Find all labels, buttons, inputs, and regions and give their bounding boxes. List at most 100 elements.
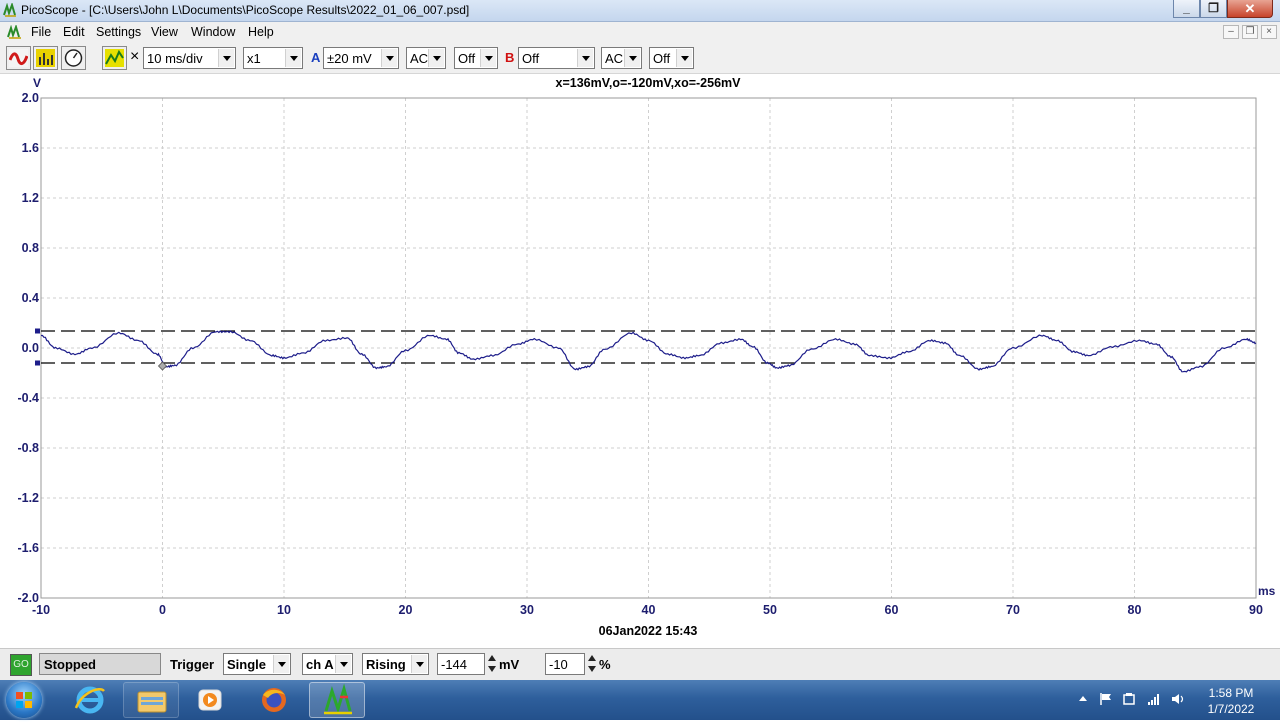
- taskbar-internet-explorer[interactable]: [62, 682, 118, 718]
- channel-a-filter-select[interactable]: Off: [454, 47, 498, 69]
- pre-trigger-spinner[interactable]: [586, 653, 598, 675]
- channel-b-coupling-select[interactable]: AC: [601, 47, 642, 69]
- picoscope-app-icon: [3, 3, 16, 17]
- taskbar-picoscope[interactable]: [309, 682, 365, 718]
- close-view-icon[interactable]: ×: [130, 48, 139, 66]
- trigger-level-spinner[interactable]: [486, 653, 498, 675]
- x-tick-label: 10: [277, 603, 291, 617]
- trigger-level-value: -144: [441, 657, 468, 672]
- menu-help[interactable]: Help: [248, 25, 274, 39]
- menu-file[interactable]: File: [31, 25, 51, 39]
- signal-generator-button[interactable]: [102, 46, 127, 70]
- trigger-level-unit: mV: [499, 657, 520, 672]
- chevron-down-icon: [411, 655, 427, 673]
- mdi-close-icon: ×: [1266, 26, 1272, 37]
- zoom-value: x1: [247, 51, 261, 66]
- signal-generator-icon: [105, 49, 124, 67]
- start-button[interactable]: [6, 682, 42, 718]
- trigger-toolbar: GO Stopped Trigger Single ch A Rising -1…: [0, 648, 1280, 680]
- pre-trigger-value: -10: [549, 657, 568, 672]
- x-tick-label: 90: [1249, 603, 1263, 617]
- channel-b-filter-select[interactable]: Off: [649, 47, 694, 69]
- x-axis-unit: ms: [1258, 584, 1276, 598]
- go-button[interactable]: GO: [10, 654, 32, 676]
- x-tick-label: 50: [763, 603, 777, 617]
- chevron-down-icon: [624, 49, 640, 67]
- taskbar-file-explorer[interactable]: [123, 682, 179, 718]
- go-label: GO: [13, 659, 29, 670]
- menu-settings[interactable]: Settings: [96, 25, 141, 39]
- taskbar-firefox[interactable]: [246, 682, 302, 718]
- lower-cursor-handle[interactable]: [35, 360, 40, 366]
- channel-b-coupling-value: AC: [605, 51, 624, 66]
- x-tick-label: 40: [642, 603, 656, 617]
- network-adapter-icon[interactable]: [1122, 692, 1136, 706]
- scope-mode-button[interactable]: [6, 46, 31, 70]
- x-tick-label: 60: [885, 603, 899, 617]
- system-clock[interactable]: 1:58 PM 1/7/2022: [1196, 685, 1266, 717]
- mdi-minimize-icon: –: [1228, 26, 1234, 37]
- mdi-restore-icon: ❐: [1245, 26, 1255, 37]
- upper-cursor-handle[interactable]: [35, 328, 40, 334]
- y-tick-label: 2.0: [22, 91, 39, 105]
- menu-edit[interactable]: Edit: [63, 25, 85, 39]
- internet-explorer-icon: [74, 686, 105, 714]
- trigger-label: Trigger: [170, 657, 215, 672]
- mdi-close-button[interactable]: ×: [1261, 25, 1277, 39]
- trigger-mode-select[interactable]: Single: [223, 653, 291, 675]
- minimize-icon: _: [1183, 1, 1190, 15]
- timebase-select[interactable]: 10 ms/div: [143, 47, 236, 69]
- windows-logo-icon: [16, 692, 32, 708]
- channel-b-label: B: [505, 50, 515, 65]
- x-tick-label: 80: [1128, 603, 1142, 617]
- trigger-edge-select[interactable]: Rising: [362, 653, 429, 675]
- acquisition-status-text: Stopped: [44, 657, 96, 672]
- file-explorer-icon: [137, 691, 167, 713]
- close-button[interactable]: ✕: [1227, 0, 1273, 18]
- volume-icon[interactable]: [1171, 692, 1185, 706]
- chevron-down-icon: [676, 49, 692, 67]
- x-tick-label: 0: [159, 603, 166, 617]
- action-center-flag-icon[interactable]: [1099, 692, 1113, 706]
- channel-a-coupling-value: AC: [410, 51, 429, 66]
- trigger-level-input[interactable]: -144: [437, 653, 485, 675]
- grid: [40, 97, 1257, 599]
- channel-a-range-select[interactable]: ±20 mV: [323, 47, 399, 69]
- document-window-icon[interactable]: [7, 25, 23, 40]
- x-tick-label: -10: [32, 603, 50, 617]
- mdi-restore-button[interactable]: ❐: [1242, 25, 1258, 39]
- x-tick-label: 30: [520, 603, 534, 617]
- pre-trigger-input[interactable]: -10: [545, 653, 585, 675]
- show-hidden-icons-icon[interactable]: [1076, 692, 1090, 706]
- scope-plot[interactable]: 2.01.61.20.80.40.0-0.4-0.8-1.2-1.6-2.0 -…: [0, 74, 1280, 644]
- y-tick-label: 0.8: [22, 241, 39, 255]
- y-axis-unit: V: [33, 76, 41, 90]
- y-tick-label: 1.2: [22, 191, 39, 205]
- channel-a-filter-value: Off: [458, 51, 476, 66]
- channel-a-coupling-select[interactable]: AC: [406, 47, 446, 69]
- menu-window[interactable]: Window: [191, 25, 235, 39]
- trigger-channel-select[interactable]: ch A: [302, 653, 353, 675]
- acquisition-status: Stopped: [39, 653, 161, 675]
- mdi-minimize-button[interactable]: –: [1223, 25, 1239, 39]
- restore-button[interactable]: ❐: [1200, 0, 1227, 18]
- x-tick-label: 70: [1006, 603, 1020, 617]
- toolbar: × 10 ms/div x1 A ±20 mV AC Off B Off AC …: [0, 43, 1280, 74]
- minimize-button[interactable]: _: [1173, 0, 1200, 18]
- chevron-down-icon: [381, 49, 397, 67]
- chevron-down-icon: [273, 655, 289, 673]
- spectrum-mode-button[interactable]: [33, 46, 58, 70]
- capture-timestamp: 06Jan2022 15:43: [599, 624, 698, 638]
- signal-bars-icon[interactable]: [1147, 692, 1161, 706]
- channel-b-range-select[interactable]: Off: [518, 47, 595, 69]
- y-tick-label: 0.4: [22, 291, 39, 305]
- chevron-down-icon: [577, 49, 593, 67]
- menu-view[interactable]: View: [151, 25, 178, 39]
- clock-time: 1:58 PM: [1208, 686, 1254, 700]
- meter-mode-button[interactable]: [61, 46, 86, 70]
- chevron-down-icon: [428, 49, 444, 67]
- x-tick-label: 20: [399, 603, 413, 617]
- y-tick-label: 1.6: [22, 141, 39, 155]
- taskbar-media-player[interactable]: [182, 682, 238, 718]
- zoom-select[interactable]: x1: [243, 47, 303, 69]
